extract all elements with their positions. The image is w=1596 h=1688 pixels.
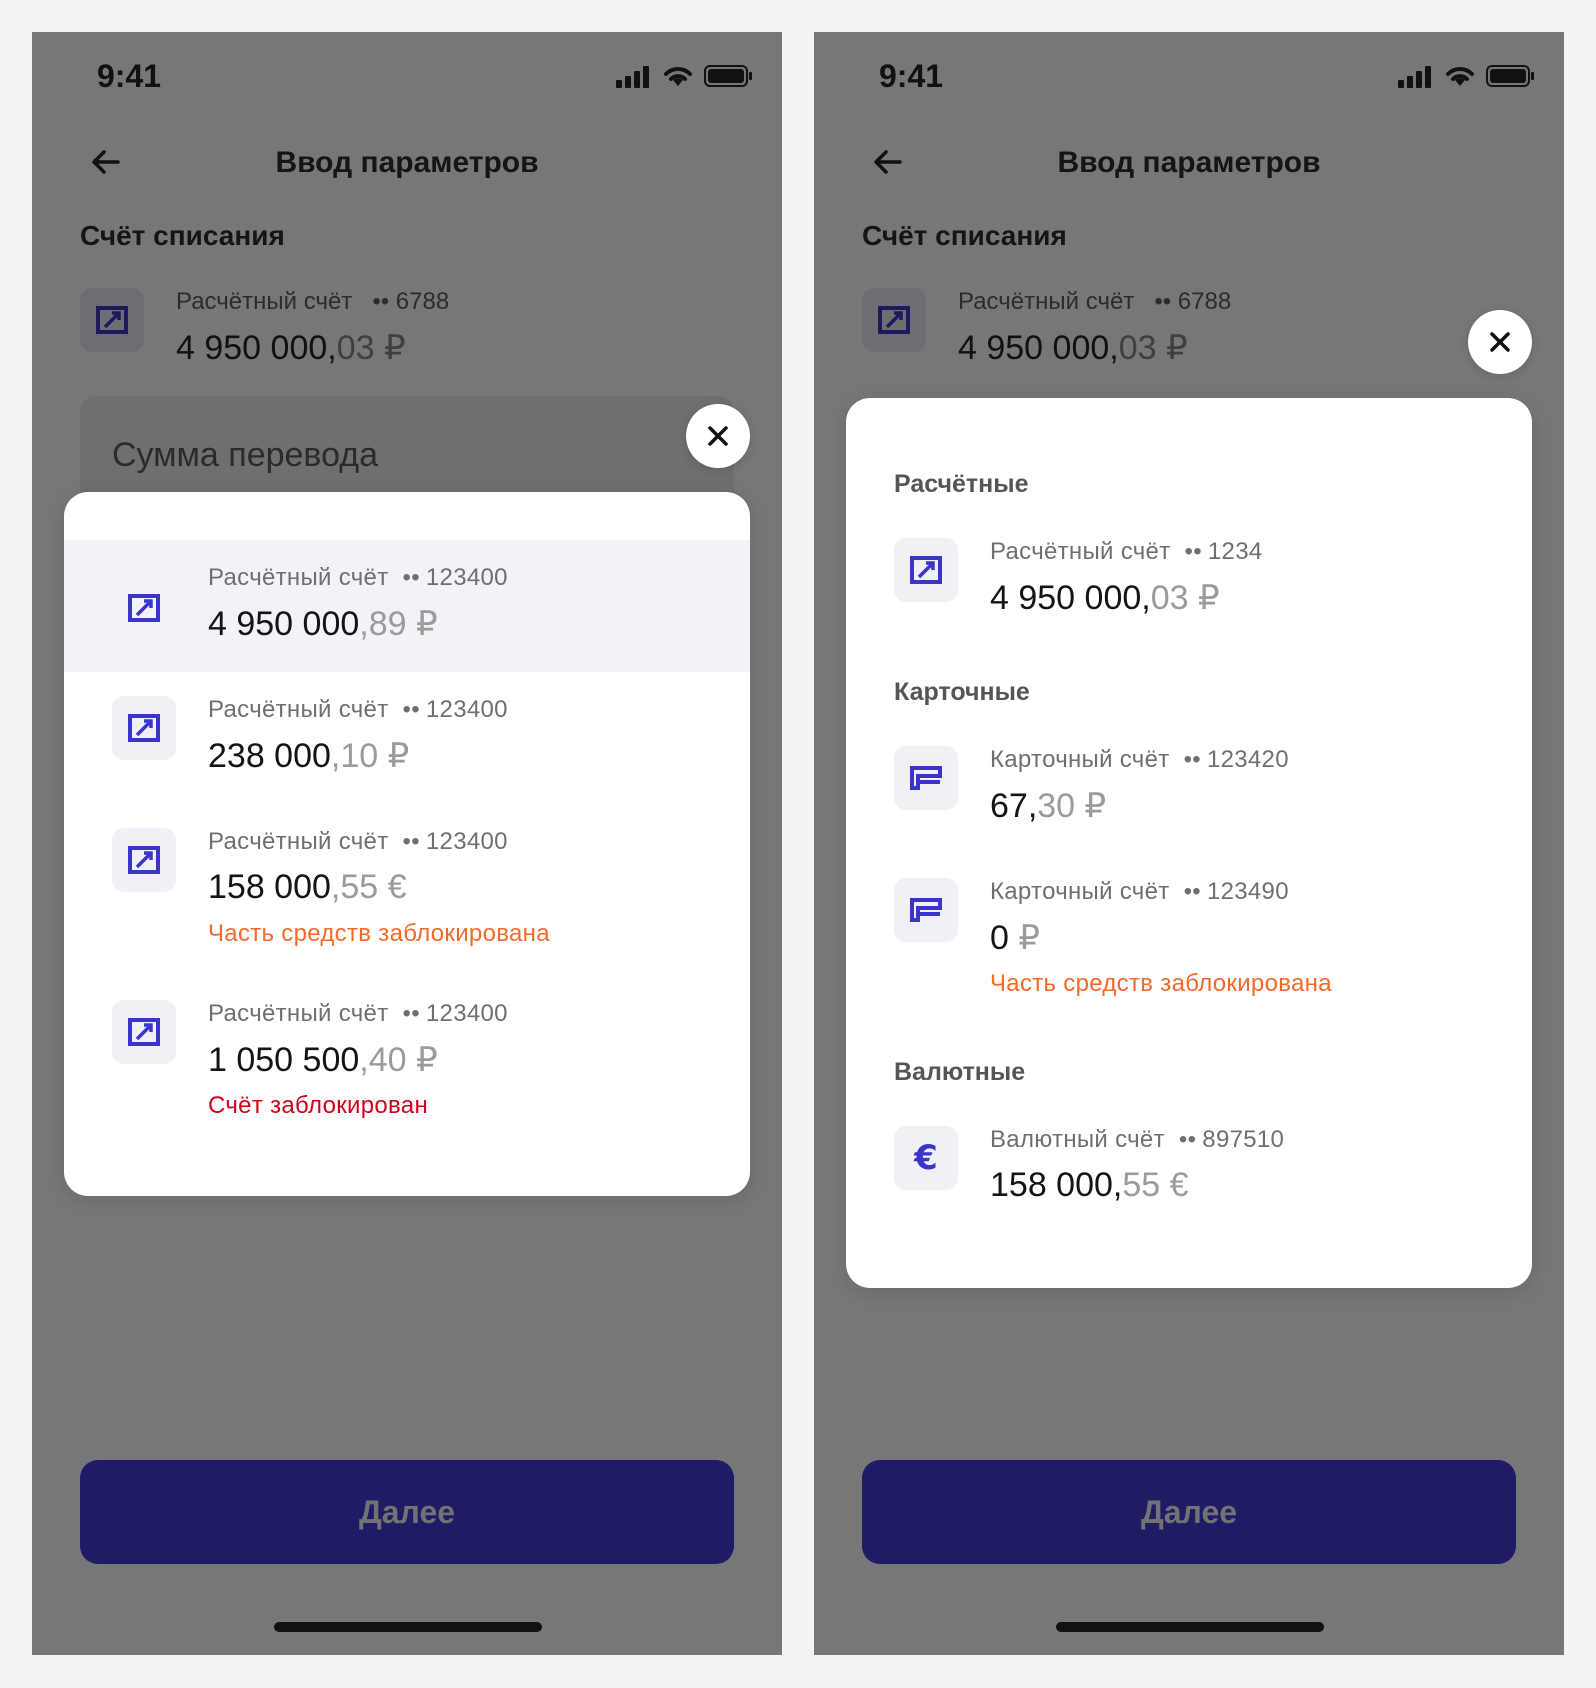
status-icons	[616, 64, 754, 88]
account-meta: Карточный счёт •• 123490	[990, 878, 1289, 905]
account-icon	[894, 538, 958, 602]
home-indicator	[1056, 1622, 1324, 1632]
account-balance: 67,30 ₽	[990, 787, 1107, 825]
status-icons	[1398, 64, 1536, 88]
signal-icon	[1398, 66, 1431, 88]
account-balance: 4 950 000,03 ₽	[990, 579, 1220, 617]
partial-block-warning: Часть средств заблокирована	[990, 970, 1332, 997]
account-meta: Расчётный счёт •• 123400	[208, 1000, 508, 1027]
account-picker-sheet: Расчётный счёт •• 123400 4 950 000,89 ₽ Ра…	[64, 492, 750, 1196]
close-button[interactable]	[1468, 310, 1532, 374]
phone-screen-right: 9:41 Ввод параметров Счёт списания Расчё…	[814, 32, 1564, 1655]
account-item-selected[interactable]: Расчётный счёт •• 123400 4 950 000,89 ₽	[64, 540, 750, 672]
close-button[interactable]	[686, 404, 750, 468]
source-account-balance: 4 950 000,03 ₽	[176, 329, 406, 367]
next-button[interactable]: Далее	[80, 1460, 734, 1564]
home-indicator	[274, 1622, 542, 1632]
account-meta: Карточный счёт •• 123420	[990, 746, 1289, 773]
account-item[interactable]: Расчётный счёт •• 123400 238 000,10 ₽	[64, 672, 750, 804]
partial-block-warning: Часть средств заблокирована	[208, 920, 550, 947]
status-time: 9:41	[97, 58, 162, 94]
next-button[interactable]: Далее	[862, 1460, 1516, 1564]
account-icon	[80, 288, 144, 352]
account-item[interactable]: € Валютный счёт •• 897510 158 000,55 €	[846, 1126, 1532, 1236]
account-balance: 4 950 000,89 ₽	[208, 605, 438, 643]
account-picker-sheet: Расчётные Расчётный счёт •• 1234 4 950 000…	[846, 398, 1532, 1288]
euro-icon: €	[894, 1126, 958, 1190]
account-item[interactable]: Карточный счёт •• 123490 0 ₽ Часть средств…	[846, 878, 1532, 1018]
card-icon	[894, 878, 958, 942]
account-balance: 158 000,55 €	[208, 868, 407, 906]
account-item[interactable]: Карточный счёт •• 123420 67,30 ₽	[846, 746, 1532, 856]
account-icon	[862, 288, 926, 352]
signal-icon	[616, 66, 649, 88]
status-time: 9:41	[879, 58, 944, 94]
account-item[interactable]: Расчётный счёт •• 1234 4 950 000,03 ₽	[846, 538, 1532, 648]
wifi-icon	[664, 67, 692, 86]
battery-icon	[704, 65, 752, 87]
account-meta: Расчётный счёт •• 123400	[208, 696, 508, 723]
source-account-meta: Расчётный счёт •• 6788	[958, 288, 1232, 315]
battery-icon	[1486, 65, 1534, 87]
account-balance: 1 050 500,40 ₽	[208, 1041, 438, 1079]
account-item[interactable]: Расчётный счёт •• 123400 158 000,55 € Част…	[64, 804, 750, 976]
page-title: Ввод параметров	[275, 146, 539, 179]
account-meta: Валютный счёт •• 897510	[990, 1126, 1285, 1153]
close-icon	[708, 426, 728, 446]
section-title: Счёт списания	[862, 220, 1067, 251]
account-balance: 238 000,10 ₽	[208, 737, 410, 775]
account-meta: Расчётный счёт •• 123400	[208, 564, 508, 591]
account-icon	[112, 696, 176, 760]
account-blocked-error: Счёт заблокирован	[208, 1092, 428, 1119]
source-account-meta: Расчётный счёт •• 6788	[176, 288, 450, 315]
account-icon	[112, 1000, 176, 1064]
page-title: Ввод параметров	[1057, 146, 1321, 179]
account-meta: Расчётный счёт •• 1234	[990, 538, 1263, 565]
account-item[interactable]: Расчётный счёт •• 123400 1 050 500,40 ₽ Сч…	[64, 976, 750, 1148]
account-balance: 0 ₽	[990, 919, 1040, 957]
account-icon	[112, 828, 176, 892]
wifi-icon	[1446, 67, 1474, 86]
account-balance: 158 000,55 €	[990, 1166, 1189, 1204]
section-title: Счёт списания	[80, 220, 285, 251]
close-icon	[1490, 332, 1510, 352]
group-label-settlement: Расчётные	[894, 470, 1029, 498]
source-account-balance: 4 950 000,03 ₽	[958, 329, 1188, 367]
group-label-card: Карточные	[894, 678, 1030, 706]
card-icon	[894, 746, 958, 810]
phone-screen-left: 9:41 Ввод параметров Счёт списания Расчё…	[32, 32, 782, 1655]
account-meta: Расчётный счёт •• 123400	[208, 828, 508, 855]
group-label-currency: Валютные	[894, 1058, 1026, 1086]
account-icon	[112, 576, 176, 640]
